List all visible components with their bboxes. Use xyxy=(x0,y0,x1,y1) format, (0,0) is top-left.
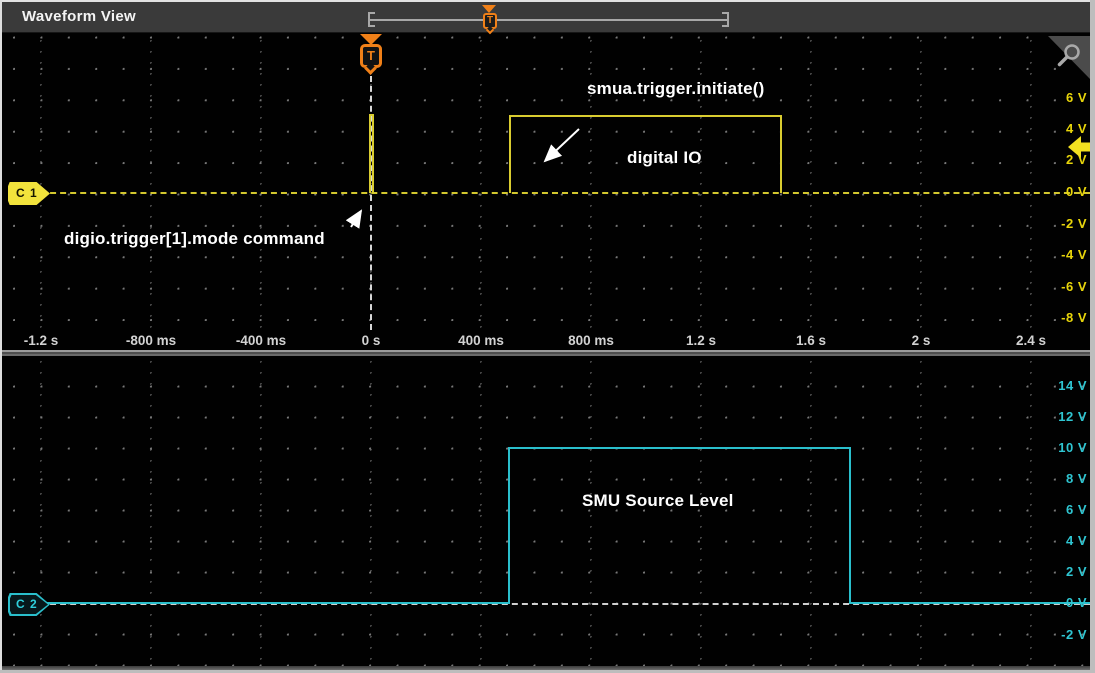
time-axis-label: -400 ms xyxy=(236,333,286,348)
ch2-baseline-right xyxy=(849,602,1090,604)
y-axis-label: 6 V xyxy=(1066,502,1087,517)
y-axis-label: 2 V xyxy=(1066,564,1087,579)
y-axis-label: 8 V xyxy=(1066,471,1087,486)
window-title: Waveform View xyxy=(22,8,136,25)
annotation-digital-io: digital IO xyxy=(627,148,702,168)
y-axis-label: -6 V xyxy=(1061,279,1087,294)
trigger-position-slider[interactable] xyxy=(370,19,727,21)
time-axis-label: 400 ms xyxy=(458,333,504,348)
time-axis-label: 800 ms xyxy=(568,333,614,348)
ch2-trace-pulse xyxy=(508,447,851,604)
oscilloscope-window: Waveform View T T C 1 C 2 6 V 4 V 2 V 0 … xyxy=(0,0,1095,673)
y-axis-label: -8 V xyxy=(1061,310,1087,325)
y-axis-label: 14 V xyxy=(1058,378,1087,393)
time-axis-label: 1.6 s xyxy=(796,333,826,348)
time-axis-label: 0 s xyxy=(362,333,381,348)
annotation-smu-source-level: SMU Source Level xyxy=(582,491,734,511)
y-axis-label: 0 V xyxy=(1066,184,1087,199)
slider-left-bracket[interactable] xyxy=(368,12,375,27)
time-axis-label: -1.2 s xyxy=(24,333,59,348)
annotation-smua-trigger-initiate: smua.trigger.initiate() xyxy=(587,79,764,99)
y-axis-label: -4 V xyxy=(1061,247,1087,262)
y-axis-label: 0 V xyxy=(1066,595,1087,610)
time-axis-label: -800 ms xyxy=(126,333,176,348)
y-axis-label: 10 V xyxy=(1058,440,1087,455)
window-border xyxy=(0,0,2,673)
time-axis-label: 1.2 s xyxy=(686,333,716,348)
y-axis-label: 4 V xyxy=(1066,121,1087,136)
slider-trigger-arrow-icon[interactable] xyxy=(482,5,496,13)
y-axis-label: 4 V xyxy=(1066,533,1087,548)
window-border xyxy=(1090,0,1095,673)
slider-right-bracket[interactable] xyxy=(722,12,729,27)
y-axis-label: 12 V xyxy=(1058,409,1087,424)
y-axis-label: -2 V xyxy=(1061,627,1087,642)
window-border xyxy=(0,0,1095,2)
y-axis-label: 6 V xyxy=(1066,90,1087,105)
title-bar xyxy=(2,2,1090,33)
y-axis-label: 2 V xyxy=(1066,152,1087,167)
ch2-baseline-left xyxy=(46,602,508,604)
annotation-digio-trigger-mode: digio.trigger[1].mode command xyxy=(64,229,325,249)
time-axis-label: 2 s xyxy=(912,333,931,348)
ch1-trace-spike xyxy=(369,114,374,193)
y-axis-label: -2 V xyxy=(1061,216,1087,231)
time-axis-label: 2.4 s xyxy=(1016,333,1046,348)
plot-separator[interactable] xyxy=(2,350,1090,356)
